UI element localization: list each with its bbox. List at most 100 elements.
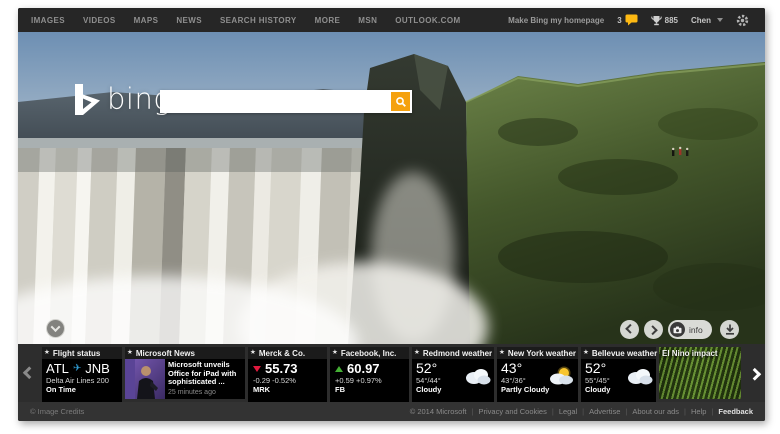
news-timestamp: 25 minutes ago [168, 389, 242, 396]
separator [711, 407, 713, 416]
tile-el-nino-impact[interactable]: El Nino impact [659, 347, 741, 399]
tile-title: Merck & Co. [259, 349, 305, 358]
search-button[interactable] [391, 92, 410, 111]
star-icon: ★ [44, 350, 50, 357]
top-nav-links: IMAGES VIDEOS MAPS NEWS SEARCH HISTORY M… [18, 16, 461, 25]
footer-link-help[interactable]: Help [691, 407, 706, 416]
bing-homepage-screenshot: IMAGES VIDEOS MAPS NEWS SEARCH HISTORY M… [18, 8, 765, 421]
chevron-down-icon [51, 322, 61, 332]
hero-image-area: bing [18, 32, 765, 344]
flight-status: On Time [46, 385, 118, 394]
search-icon [395, 96, 407, 108]
trophy-icon [651, 15, 662, 26]
separator [684, 407, 686, 416]
chat-bubble-icon [625, 14, 638, 26]
top-nav-bar: IMAGES VIDEOS MAPS NEWS SEARCH HISTORY M… [18, 8, 765, 32]
gear-icon[interactable] [736, 14, 749, 27]
top-bar-right: Make Bing my homepage 3 885 Chen [508, 14, 765, 27]
tile-title: Redmond weather [423, 349, 492, 358]
chevron-left-icon [23, 366, 36, 379]
next-image-button[interactable] [644, 320, 663, 339]
tile-weather-bellevue[interactable]: ★ Bellevue weather 52° 55°/45° Cloudy [581, 347, 656, 399]
image-credits: © Image Credits [30, 407, 84, 416]
nav-more[interactable]: MORE [315, 16, 341, 25]
tile-title: Facebook, Inc. [341, 349, 397, 358]
nav-outlook[interactable]: OUTLOOK.COM [395, 16, 460, 25]
nav-msn[interactable]: MSN [358, 16, 377, 25]
tile-title: Microsoft News [136, 349, 195, 358]
user-menu[interactable]: Chen [691, 16, 723, 25]
search-input[interactable] [160, 93, 391, 110]
stock-up-icon [335, 366, 343, 372]
copyright-text: © 2014 Microsoft [410, 407, 467, 416]
separator [625, 407, 627, 416]
stock-change: -0.29 -0.52% [253, 376, 322, 385]
strip-scroll-right-button[interactable] [745, 368, 765, 379]
tile-stock-facebook[interactable]: ★ Facebook, Inc. 60.97 +0.59 +0.97% FB [330, 347, 409, 399]
stock-change: +0.59 +0.97% [335, 376, 404, 385]
collapse-strip-button[interactable] [46, 319, 65, 338]
nav-news[interactable]: NEWS [176, 16, 202, 25]
star-icon: ★ [414, 350, 420, 357]
weather-condition: Cloudy [585, 385, 652, 394]
nav-search-history[interactable]: SEARCH HISTORY [220, 16, 297, 25]
messages-count: 3 [617, 16, 621, 25]
stock-price: 55.73 [265, 361, 298, 376]
previous-image-button[interactable] [620, 320, 639, 339]
flight-origin: ATL [46, 361, 69, 376]
separator [472, 407, 474, 416]
tile-title: New York weather [508, 349, 576, 358]
weather-condition: Cloudy [416, 385, 490, 394]
strip-scroll-left-button[interactable] [18, 368, 39, 379]
tile-title: El Nino impact [662, 349, 718, 358]
search-box [160, 90, 412, 113]
nav-images[interactable]: IMAGES [31, 16, 65, 25]
bing-logo-icon [75, 84, 100, 115]
tile-weather-new-york[interactable]: ★ New York weather 43° 43°/36° Partly Cl… [497, 347, 578, 399]
tile-weather-redmond[interactable]: ★ Redmond weather 52° 54°/44° Cloudy [412, 347, 494, 399]
footer-link-about-ads[interactable]: About our ads [632, 407, 679, 416]
footer-link-legal[interactable]: Legal [559, 407, 577, 416]
waterfall-photo [18, 32, 765, 344]
partly-cloudy-icon [547, 366, 575, 385]
star-icon: ★ [332, 350, 338, 357]
rewards-button[interactable]: 885 [651, 15, 678, 26]
flight-number: Delta Air Lines 200 [46, 376, 118, 385]
info-label: info [689, 325, 703, 335]
footer-link-feedback[interactable]: Feedback [718, 407, 753, 416]
image-info-button[interactable]: info [668, 320, 712, 339]
tile-microsoft-news[interactable]: ★ Microsoft News Microsoft unveils Offic… [125, 347, 245, 399]
tile-stock-merck[interactable]: ★ Merck & Co. 55.73 -0.29 -0.52% MRK [248, 347, 327, 399]
nav-videos[interactable]: VIDEOS [83, 16, 116, 25]
bing-logo[interactable]: bing [75, 82, 171, 116]
separator [552, 407, 554, 416]
user-name: Chen [691, 16, 711, 25]
footer-links: © 2014 Microsoft Privacy and Cookies Leg… [410, 407, 753, 416]
cloudy-icon [463, 366, 491, 385]
flight-destination: JNB [85, 361, 110, 376]
star-icon: ★ [499, 350, 505, 357]
footer-link-privacy[interactable]: Privacy and Cookies [478, 407, 546, 416]
make-homepage-link[interactable]: Make Bing my homepage [508, 16, 604, 25]
star-icon: ★ [250, 350, 256, 357]
star-icon: ★ [127, 350, 133, 357]
stock-down-icon [253, 366, 261, 372]
chevron-down-icon [717, 18, 723, 22]
info-tile-strip: ★ Flight status ATL ✈ JNB Delta Air Line… [18, 344, 765, 402]
stock-symbol: FB [335, 385, 404, 394]
nav-maps[interactable]: MAPS [134, 16, 159, 25]
footer-bar: © Image Credits © 2014 Microsoft Privacy… [18, 402, 765, 421]
tile-title: Bellevue weather [592, 349, 657, 358]
weather-condition: Partly Cloudy [501, 385, 574, 394]
chevron-right-icon [648, 325, 658, 335]
tile-title: Flight status [53, 349, 101, 358]
messages-button[interactable]: 3 [617, 14, 637, 26]
footer-link-advertise[interactable]: Advertise [589, 407, 620, 416]
rewards-count: 885 [665, 16, 678, 25]
download-image-button[interactable] [720, 320, 739, 339]
stock-price: 60.97 [347, 361, 380, 376]
stock-symbol: MRK [253, 385, 322, 394]
tile-flight-status[interactable]: ★ Flight status ATL ✈ JNB Delta Air Line… [42, 347, 122, 399]
news-thumbnail [125, 359, 165, 399]
chevron-right-icon [748, 367, 761, 380]
